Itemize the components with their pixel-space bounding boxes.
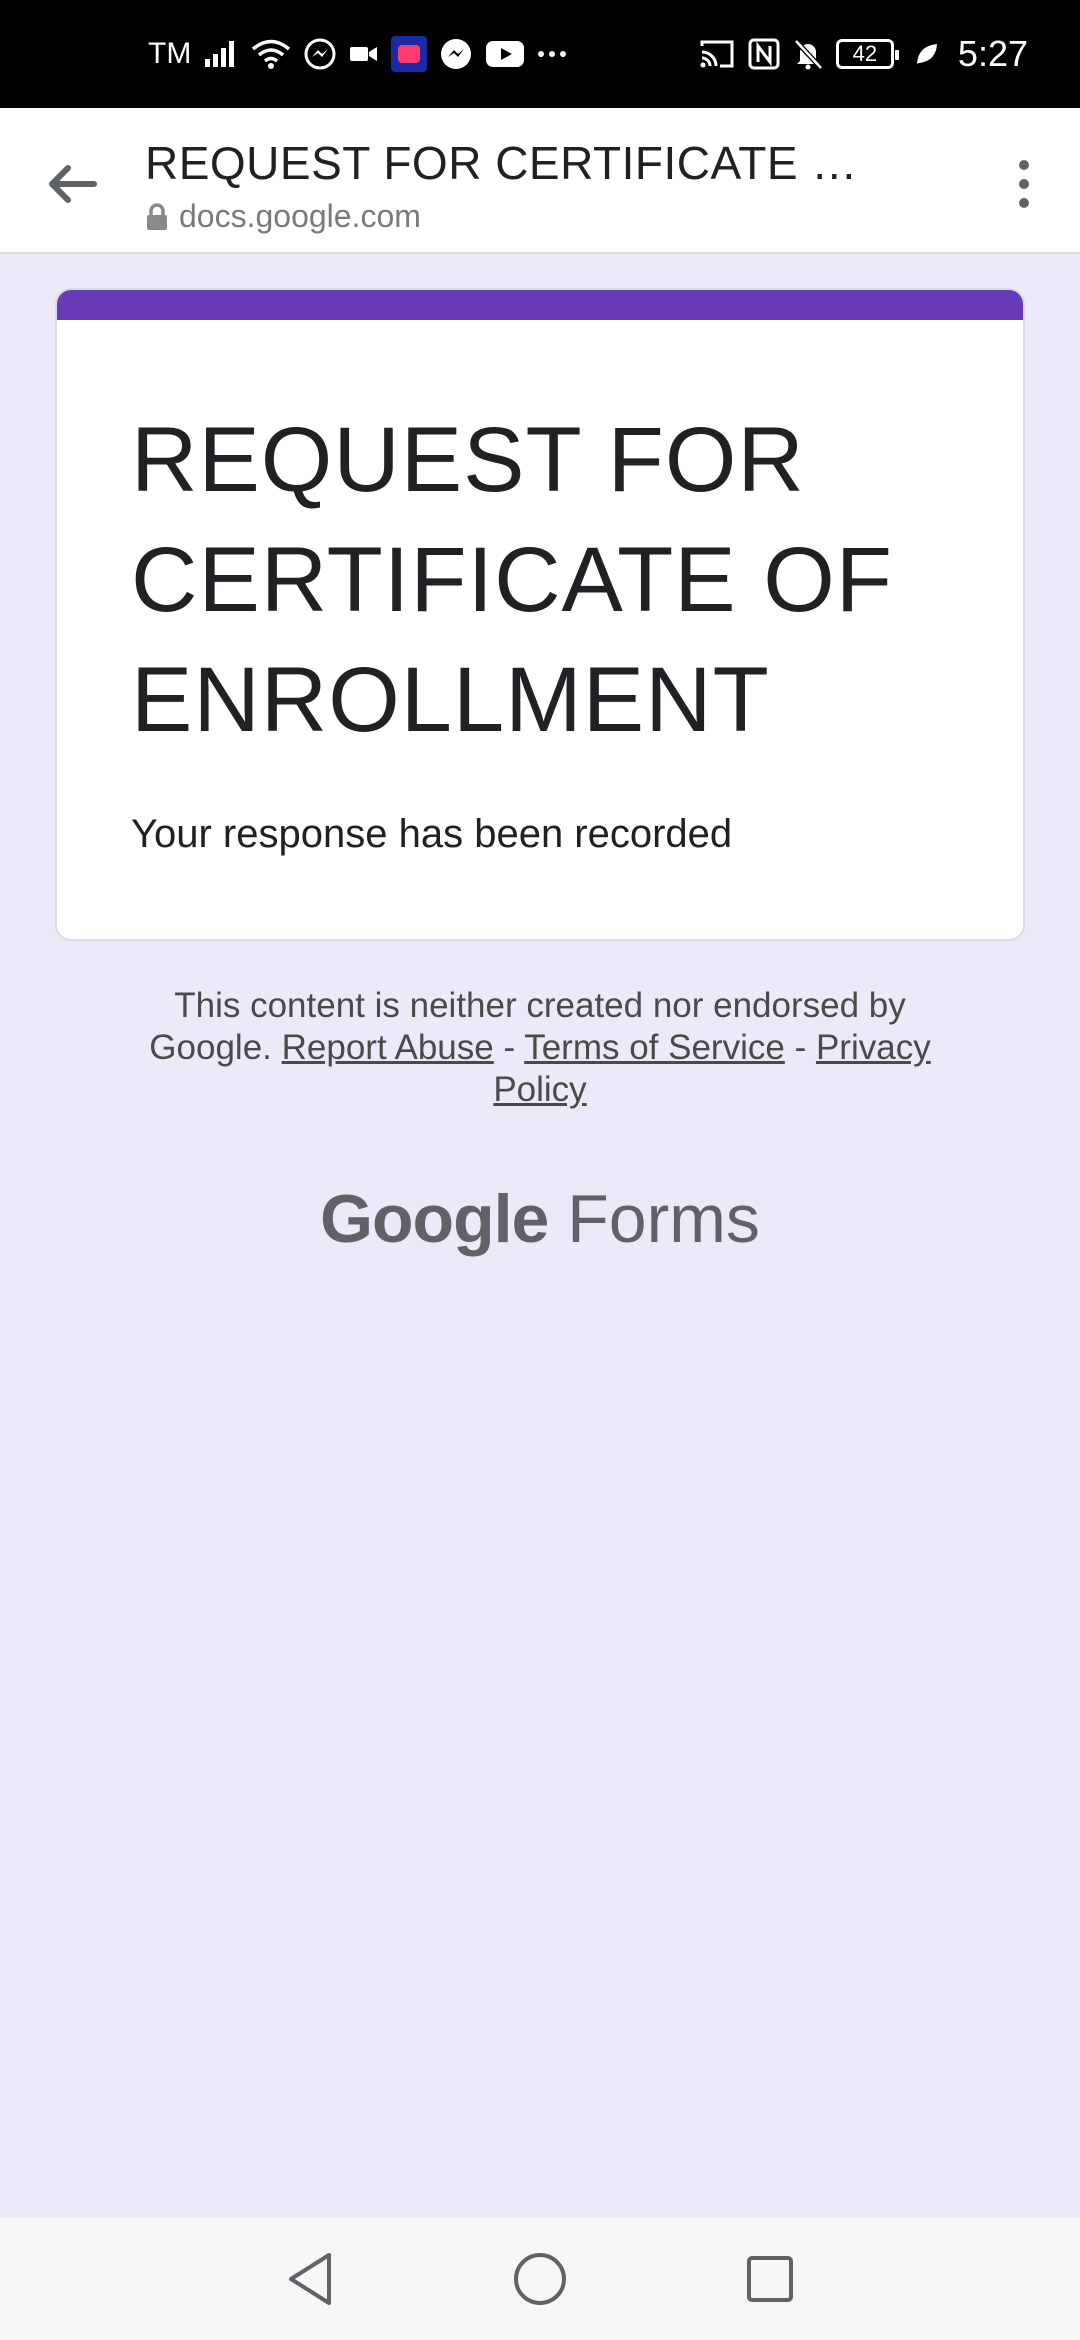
form-title: REQUEST FOR CERTIFICATE OF ENROLLMENT [131,409,893,751]
battery-level: 42 [852,41,878,66]
nav-back-button[interactable] [275,2244,345,2314]
menu-dot [1019,160,1029,170]
battery-icon: 42 [835,39,899,69]
video-camera-icon [349,43,379,65]
youtube-icon [485,40,525,68]
lock-icon [147,202,167,230]
bell-muted-icon [792,38,824,70]
google-forms-logo[interactable]: Google Forms [0,1180,1080,1258]
wifi-icon [251,38,291,70]
separator: - [503,1028,516,1067]
forms-wordmark: Forms [567,1181,760,1257]
carrier-label: TM [148,37,192,70]
status-left: TM [148,36,567,72]
report-abuse-link[interactable]: Report Abuse [282,1028,494,1067]
back-arrow-icon [49,165,97,203]
card-accent-bar [57,290,1023,320]
triangle-back-icon [289,2253,331,2305]
square-recents-icon [747,2256,793,2302]
clock: 5:27 [957,33,1028,74]
footer-disclaimer: This content is neither created nor endo… [130,985,950,1111]
menu-dot [1019,198,1029,208]
status-right: 42 5:27 [698,33,1028,75]
messenger-icon-2 [439,37,473,71]
page-title: REQUEST FOR CERTIFICATE O... [145,137,885,189]
url-display[interactable]: docs.google.com [145,198,421,235]
signal-icon [203,39,239,69]
google-wordmark: Google [320,1181,549,1257]
url-text: docs.google.com [179,198,421,234]
nav-recents-button[interactable] [735,2244,805,2314]
system-navigation-bar [0,2218,1080,2340]
more-notifications-icon [537,49,567,59]
nav-home-button[interactable] [505,2244,575,2314]
browser-toolbar: REQUEST FOR CERTIFICATE O... docs.google… [0,108,1080,254]
lazada-icon [391,36,428,72]
messenger-icon [303,37,337,71]
status-bar: TM 42 5:27 [0,0,1080,108]
separator: - [794,1028,807,1067]
overflow-menu-button[interactable] [996,148,1052,220]
nfc-icon [748,38,780,70]
circle-home-icon [514,2253,566,2305]
confirmation-message: Your response has been recorded [131,812,733,856]
back-button[interactable] [40,152,104,216]
leaf-icon [914,41,940,67]
menu-dot [1019,179,1029,189]
cast-icon [698,38,736,70]
terms-of-service-link[interactable]: Terms of Service [524,1028,785,1067]
form-confirmation-card: REQUEST FOR CERTIFICATE OF ENROLLMENT Yo… [55,288,1025,941]
